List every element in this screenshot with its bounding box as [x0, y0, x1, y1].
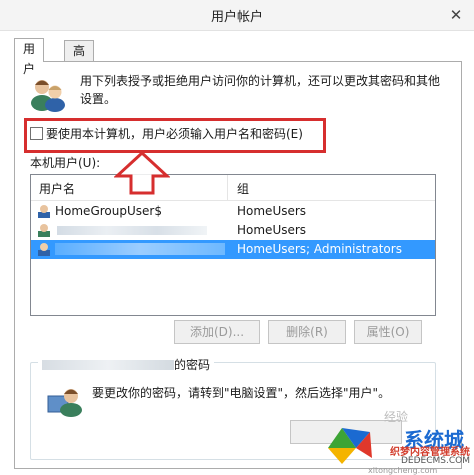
table-row-selected[interactable]: HomeUsers; Administrators [31, 240, 435, 259]
user-icon [38, 243, 50, 256]
add-button[interactable]: 添加(D)... [174, 320, 260, 344]
user-icon [38, 224, 50, 237]
remove-button[interactable]: 删除(R) [268, 320, 346, 344]
redacted-username [42, 360, 174, 370]
redacted-username [57, 226, 207, 235]
row-username: HomeGroupUser$ [55, 204, 162, 218]
require-password-label: 要使用本计算机，用户必须输入用户名和密码(E) [46, 127, 303, 141]
local-users-label: 本机用户(U): [30, 156, 101, 170]
description-text: 用下列表授予或拒绝用户访问你的计算机，还可以更改其密码和其他设置。 [80, 74, 441, 106]
column-group[interactable]: 组 [237, 180, 249, 197]
title-bar: 用户帐户 ✕ [0, 0, 474, 31]
arrow-up-icon [114, 150, 170, 195]
column-divider [227, 175, 228, 200]
baidu-watermark: 经验 [384, 410, 409, 424]
user-key-icon [47, 389, 82, 417]
table-row[interactable]: HomeUsers [31, 221, 435, 240]
table-row[interactable]: HomeGroupUser$ HomeUsers [31, 202, 435, 221]
user-icon [38, 205, 50, 218]
window-title: 用户帐户 [210, 10, 263, 25]
close-icon[interactable]: ✕ [446, 5, 466, 25]
list-header: 用户名 组 [31, 175, 435, 201]
properties-button[interactable]: 属性(O) [354, 320, 422, 344]
row-group: HomeUsers; Administrators [237, 242, 402, 256]
require-password-option[interactable]: 要使用本计算机，用户必须输入用户名和密码(E) [30, 125, 303, 143]
redacted-username [55, 243, 225, 255]
password-instructions: 要更改你的密码，请转到"电脑设置"，然后选择"用户"。 [92, 386, 391, 400]
row-group: HomeUsers [237, 204, 307, 218]
column-username[interactable]: 用户名 [39, 180, 75, 197]
tab-users[interactable]: 用户 [14, 38, 45, 76]
password-group-title: 的密码 [38, 356, 215, 373]
users-list[interactable]: 用户名 组 HomeGroupUser$ HomeUsers HomeUsers… [30, 174, 436, 316]
row-group: HomeUsers [237, 223, 307, 237]
watermark-site: xitongcheng.com [368, 466, 438, 475]
require-password-checkbox[interactable] [30, 127, 43, 140]
watermark-dedecms-url: DEDECMS.COM [401, 456, 470, 466]
tab-advanced[interactable]: 高级 [64, 40, 95, 78]
